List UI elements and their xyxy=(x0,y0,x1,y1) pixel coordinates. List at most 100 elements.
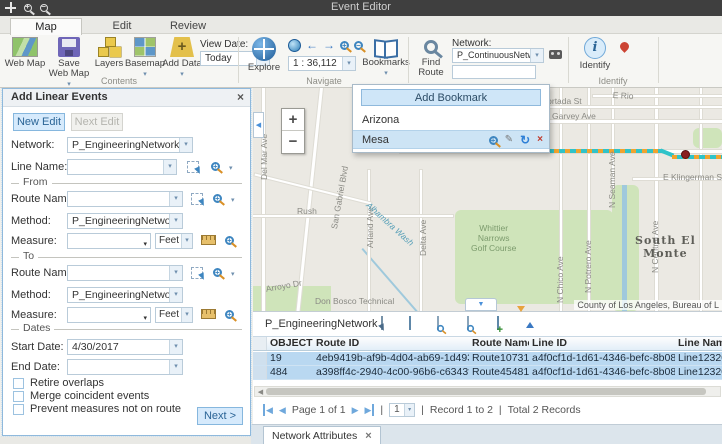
zoom-out-map-icon[interactable] xyxy=(354,41,363,50)
refresh-bookmark-icon[interactable]: ↻ xyxy=(520,135,530,145)
edit-bookmark-icon[interactable]: ✎ xyxy=(505,135,513,145)
column-header[interactable]: OBJECTID xyxy=(267,337,313,350)
layers-button[interactable]: Layers xyxy=(92,37,126,69)
add-bookmark-button[interactable]: Add Bookmark xyxy=(361,89,541,106)
column-header[interactable]: Line ID xyxy=(529,337,675,350)
start-date-label: Start Date: xyxy=(11,339,64,355)
prev-page-button[interactable]: ◀ xyxy=(279,404,286,416)
from-unit-select[interactable]: Feet▾ xyxy=(155,233,193,249)
tab-review[interactable]: Review xyxy=(156,18,220,35)
show-table-icon[interactable] xyxy=(409,316,411,330)
select-from-route-icon[interactable] xyxy=(191,193,203,205)
checkbox[interactable] xyxy=(13,378,24,389)
bottom-tab-strip: Network Attributes × xyxy=(251,424,722,444)
select-records-icon[interactable] xyxy=(381,316,383,330)
first-page-button[interactable]: ◀ xyxy=(263,404,273,416)
to-measure-field[interactable]: ▾ xyxy=(67,307,151,323)
delete-bookmark-icon[interactable]: × xyxy=(537,135,543,145)
select-line-on-map-icon[interactable] xyxy=(187,161,199,173)
pan-to-selection-icon[interactable] xyxy=(467,316,469,330)
web-map-button[interactable]: Web Map xyxy=(4,37,46,69)
to-measure-label: Measure: xyxy=(11,307,57,323)
identify-button[interactable]: i Identify xyxy=(576,37,614,71)
zoom-to-measure-icon[interactable] xyxy=(225,236,234,245)
from-method-field[interactable]: P_EngineeringNetwork▾ xyxy=(67,213,183,229)
route-search-input[interactable] xyxy=(452,65,536,79)
add-records-icon[interactable] xyxy=(497,316,499,330)
table-row[interactable]: 484a398ff4c-2940-4c00-96b6-c6343f8f1711R… xyxy=(253,366,722,380)
previous-extent-icon[interactable]: ← xyxy=(306,39,318,52)
pagination: ◀ ◀ Page 1 of 1 ▶ ▶ | 1 ▾ | Record 1 to … xyxy=(263,403,581,417)
zoom-to-from-route-icon[interactable] xyxy=(213,194,222,203)
add-data-button[interactable]: Add Data ▾ xyxy=(162,37,202,78)
zoom-to-selection-icon[interactable] xyxy=(437,316,439,330)
network-select[interactable]: P_ContinuousNetwork ▾ xyxy=(452,48,544,63)
map-label: N Potrero Ave xyxy=(583,240,593,293)
next-edit-button[interactable]: Next Edit xyxy=(71,113,123,131)
checkbox[interactable] xyxy=(13,391,24,402)
measure-on-map-icon[interactable] xyxy=(201,309,216,319)
to-method-field[interactable]: P_EngineeringNetwork▾ xyxy=(67,287,183,303)
bookmark-item[interactable]: Mesa✎↻× xyxy=(353,130,549,149)
zoom-to-measure-icon[interactable] xyxy=(225,310,234,319)
zoom-in-map-icon[interactable] xyxy=(340,41,349,50)
measure-on-map-icon[interactable] xyxy=(201,235,216,245)
column-header[interactable]: Route Name xyxy=(469,337,529,350)
table-cell: 484 xyxy=(267,366,313,379)
pin-icon[interactable] xyxy=(618,40,631,53)
page-label: Page 1 of 1 xyxy=(292,404,346,416)
line-name-field[interactable]: ▾ xyxy=(67,159,177,175)
scrollbar-thumb[interactable] xyxy=(266,388,706,395)
basemap-button[interactable]: Basemap ▾ xyxy=(126,37,164,78)
last-page-button[interactable]: ▶ xyxy=(364,404,374,416)
dates-legend: Dates xyxy=(19,322,54,334)
record-range-label: Record 1 to 2 xyxy=(430,404,493,416)
new-edit-button[interactable]: New Edit xyxy=(13,113,65,131)
map-label: E Garvey Ave xyxy=(544,111,596,121)
map-zoom-in-button[interactable]: + xyxy=(282,109,304,131)
map-zoom-out-button[interactable]: − xyxy=(282,131,304,153)
page-select[interactable]: 1 ▾ xyxy=(389,403,415,417)
explore-button[interactable]: Explore xyxy=(246,37,282,73)
bookmark-item[interactable]: Arizona xyxy=(353,111,549,130)
to-unit-select[interactable]: Feet▾ xyxy=(155,307,193,323)
find-network-icon[interactable] xyxy=(549,50,562,59)
to-method-label: Method: xyxy=(11,287,51,303)
next-button[interactable]: Next > xyxy=(197,407,243,425)
tab-map[interactable]: Map xyxy=(10,18,82,35)
column-header[interactable]: Line Name xyxy=(675,337,722,350)
option-row: Prevent measures not on route xyxy=(13,403,181,415)
checkbox[interactable] xyxy=(13,404,24,415)
find-route-button[interactable]: Find Route xyxy=(414,37,448,78)
map-label: Rush xyxy=(297,206,317,216)
to-route-field[interactable]: ▾ xyxy=(67,265,183,281)
tab-edit[interactable]: Edit xyxy=(92,18,152,35)
tab-network-attributes[interactable]: Network Attributes × xyxy=(263,426,381,444)
zoom-to-bookmark-icon[interactable] xyxy=(489,136,498,145)
scroll-left-icon[interactable]: ◀ xyxy=(255,388,266,396)
next-extent-icon[interactable]: → xyxy=(323,39,335,52)
zoom-to-to-route-icon[interactable] xyxy=(213,268,222,277)
bookmarks-button[interactable]: Bookmarks ▾ xyxy=(364,37,408,77)
network-field[interactable]: P_EngineeringNetwork▾ xyxy=(67,137,193,153)
start-date-field[interactable]: 4/30/2017▾ xyxy=(67,339,183,355)
table-row[interactable]: 194eb9419b-af9b-4d04-ab69-1d493476802bRo… xyxy=(253,352,722,366)
map-attribution: County of Los Angeles, Bureau of L xyxy=(574,300,722,310)
collapse-panel-button[interactable]: ◀ xyxy=(253,112,264,138)
zoom-to-line-icon[interactable] xyxy=(211,162,220,171)
select-to-route-icon[interactable] xyxy=(191,267,203,279)
close-icon[interactable]: × xyxy=(237,89,244,106)
scale-select[interactable]: 1 : 36,112 ▾ xyxy=(288,56,356,71)
from-route-field[interactable]: ▾ xyxy=(67,191,183,207)
basemap-icon xyxy=(134,37,156,57)
bookmarks-icon xyxy=(374,39,398,56)
globe-icon[interactable] xyxy=(288,39,301,52)
column-header[interactable]: Route ID xyxy=(313,337,469,350)
collapse-table-button[interactable]: ▼ xyxy=(465,298,497,311)
close-icon[interactable]: × xyxy=(365,428,371,444)
next-page-button[interactable]: ▶ xyxy=(352,404,359,416)
end-date-field[interactable]: ▾ xyxy=(67,359,183,375)
horizontal-scrollbar[interactable]: ◀ xyxy=(254,386,721,397)
from-measure-field[interactable]: ▾ xyxy=(67,233,151,249)
park-area xyxy=(693,128,722,148)
